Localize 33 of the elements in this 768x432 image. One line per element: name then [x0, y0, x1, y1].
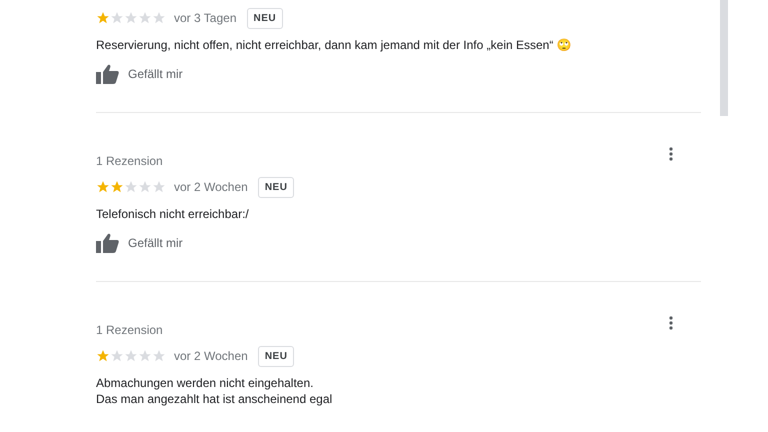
more-options-icon[interactable]	[669, 147, 673, 161]
star-icon	[110, 349, 124, 363]
star-icon	[124, 180, 138, 194]
new-badge: NEU	[258, 346, 294, 366]
review-date: vor 3 Tagen	[174, 11, 236, 25]
review-date: vor 2 Wochen	[174, 349, 248, 363]
star-icon	[96, 349, 110, 363]
thumbs-up-icon	[96, 233, 119, 253]
star-icon	[138, 11, 152, 25]
review-text: Telefonisch nicht erreichbar:/	[96, 206, 249, 222]
star-icon	[96, 180, 110, 194]
scrollbar[interactable]	[720, 0, 728, 116]
star-icon	[152, 349, 166, 363]
like-button[interactable]: Gefällt mir	[96, 63, 183, 85]
review-count: 1 Rezension	[96, 322, 163, 339]
new-badge: NEU	[258, 176, 294, 198]
star-icon	[152, 11, 166, 25]
review-date: vor 2 Wochen	[174, 180, 248, 194]
star-icon	[110, 180, 124, 194]
review-text: Reservierung, nicht offen, nicht erreichbar, dann kam jemand mit der Info „kein Essen“ 🙄	[96, 37, 572, 53]
review-count: 1 Rezension	[96, 153, 163, 170]
review-text: Abmachungen werden nicht eingehalten. Das man angezahlt hat ist anscheinend egal	[96, 375, 332, 407]
star-icon	[96, 11, 110, 25]
more-options-icon[interactable]	[669, 316, 673, 330]
star-icon	[110, 11, 124, 25]
star-icon	[124, 349, 138, 363]
like-button[interactable]: Gefällt mir	[96, 232, 183, 254]
thumbs-up-icon	[96, 64, 119, 84]
star-icon	[138, 180, 152, 194]
new-badge: NEU	[246, 8, 284, 28]
star-icon	[124, 11, 138, 25]
star-icon	[138, 349, 152, 363]
star-icon	[152, 180, 166, 194]
